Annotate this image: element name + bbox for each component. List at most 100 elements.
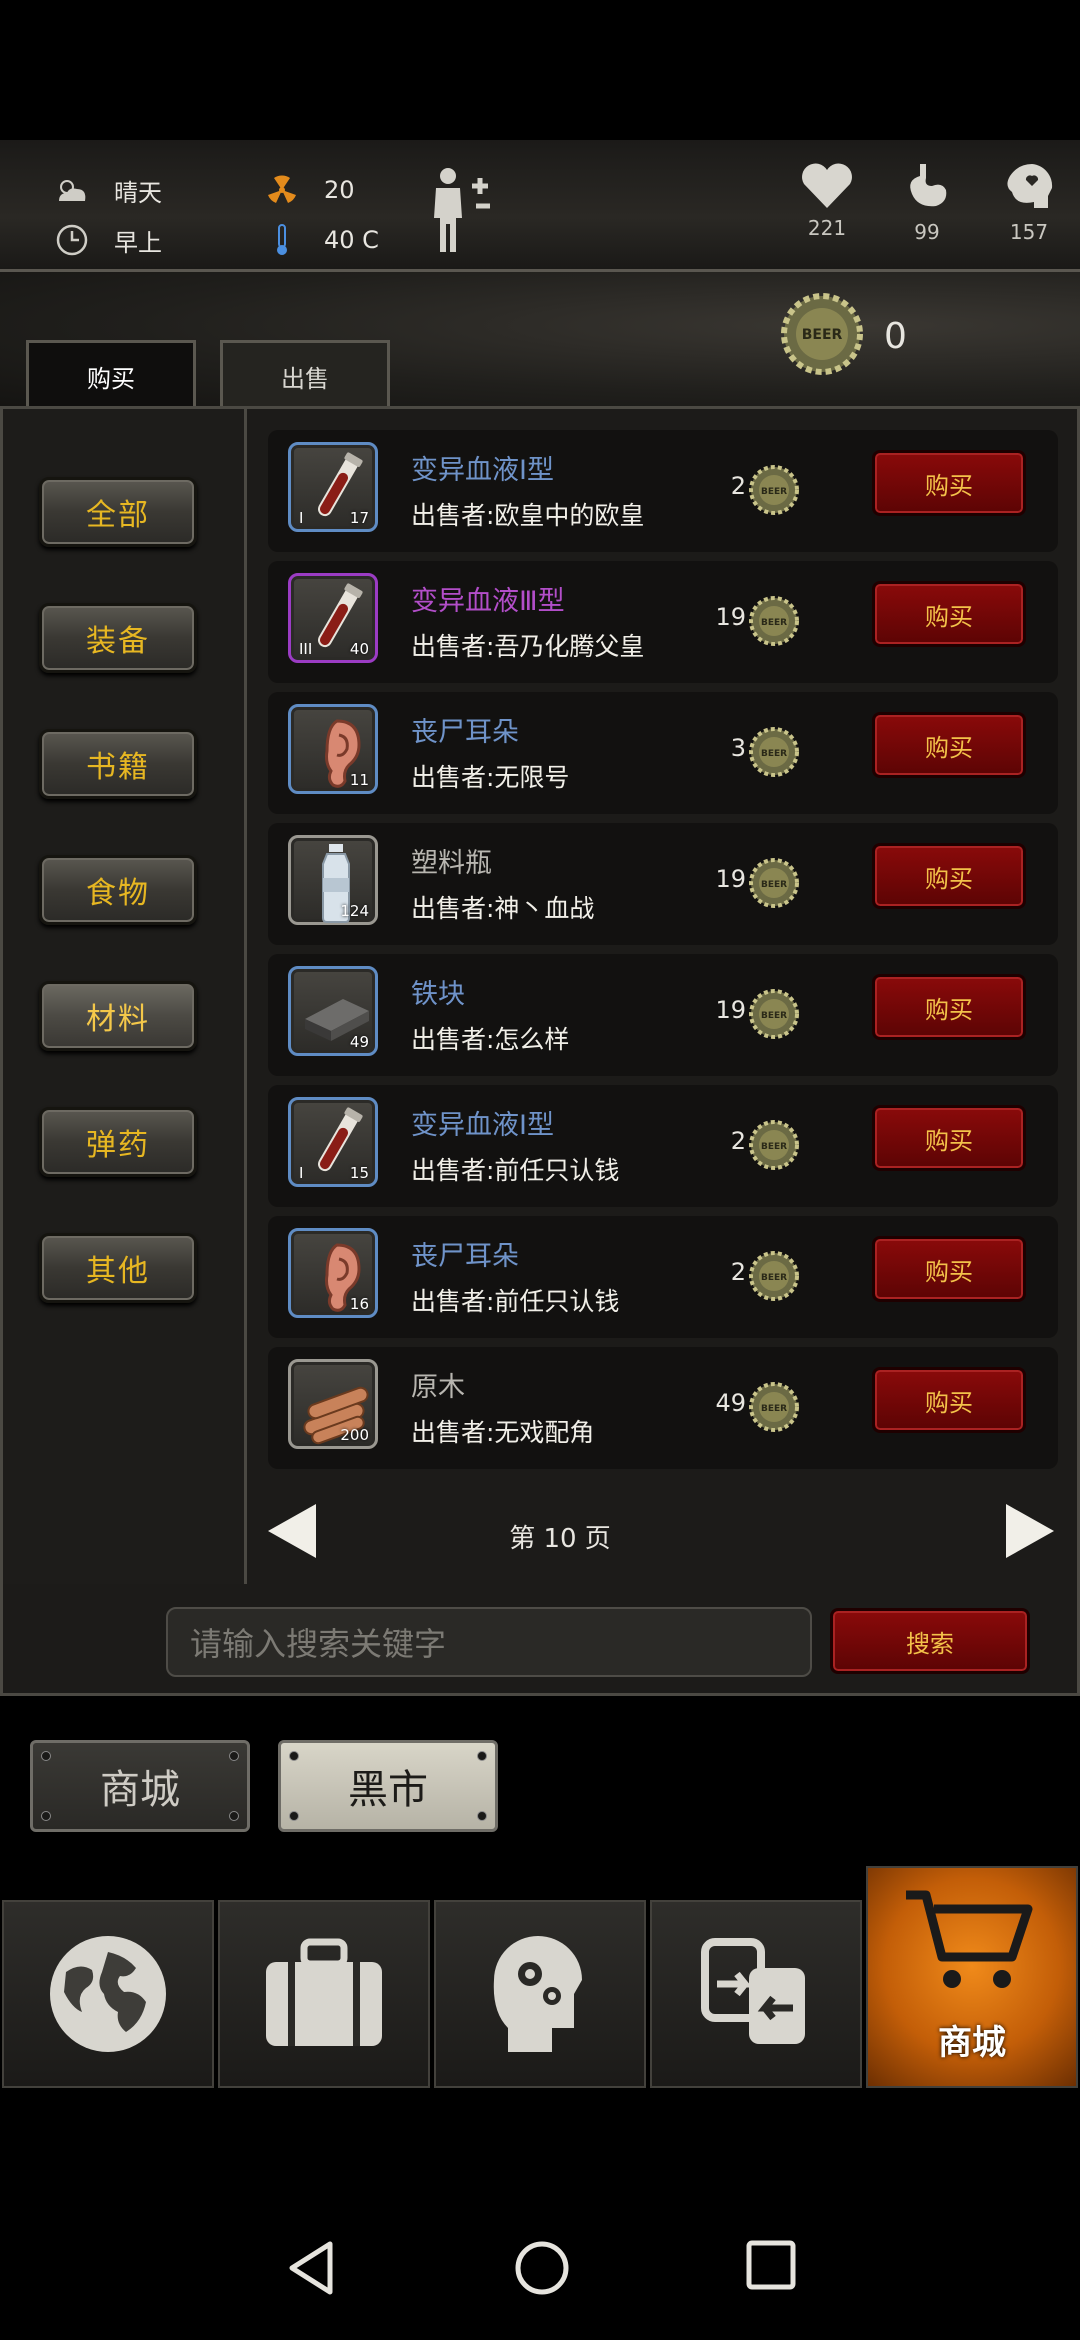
weather-label: 晴天 bbox=[114, 178, 162, 207]
rivet bbox=[289, 1751, 299, 1761]
category-food-button[interactable]: 食物 bbox=[39, 855, 197, 925]
buy-button[interactable]: 购买 bbox=[872, 1367, 1026, 1433]
item-name: 丧尸耳朵 bbox=[411, 1241, 519, 1272]
item-name: 原木 bbox=[411, 1372, 465, 1403]
tab-sell[interactable]: 出售 bbox=[220, 340, 390, 410]
weather-stat: 晴天 bbox=[52, 172, 162, 208]
item-slot[interactable]: 16 bbox=[288, 1228, 378, 1318]
radiation-value: 20 bbox=[324, 176, 355, 204]
svg-text:BEER: BEER bbox=[761, 1142, 787, 1152]
nav-backpack[interactable] bbox=[218, 1900, 430, 2088]
item-price: 49 bbox=[715, 1389, 746, 1417]
system-home-icon[interactable] bbox=[514, 2240, 570, 2300]
nav-shop[interactable]: 商城 bbox=[866, 1866, 1078, 2088]
item-price: 3 bbox=[730, 734, 746, 762]
category-all-button[interactable]: 全部 bbox=[39, 477, 197, 547]
item-quantity: 200 bbox=[340, 1426, 369, 1444]
item-seller: 出售者:吾乃化腾父皇 bbox=[411, 632, 645, 661]
category-ammo-button[interactable]: 弹药 bbox=[39, 1107, 197, 1177]
item-slot[interactable]: 124 bbox=[288, 835, 378, 925]
item-slot[interactable]: I 15 bbox=[288, 1097, 378, 1187]
rivet bbox=[477, 1751, 487, 1761]
item-slot[interactable]: I 17 bbox=[288, 442, 378, 532]
search-input[interactable]: 请输入搜索关键字 bbox=[166, 1607, 812, 1677]
temperature-value: 40 C bbox=[324, 226, 379, 254]
item-row: I 17 变异血液Ⅰ型 出售者:欧皇中的欧皇 2 BEER 购买 bbox=[268, 430, 1058, 552]
buy-button[interactable]: 购买 bbox=[872, 450, 1026, 516]
heart-icon bbox=[802, 163, 852, 208]
svg-text:BEER: BEER bbox=[802, 327, 843, 343]
mood-head-icon bbox=[1007, 164, 1053, 208]
item-quantity: 49 bbox=[349, 1033, 369, 1051]
item-quantity: 124 bbox=[340, 902, 369, 920]
coin-balance: 0 bbox=[884, 316, 907, 357]
item-slot[interactable]: 49 bbox=[288, 966, 378, 1056]
store-tab-shop[interactable]: 商城 bbox=[30, 1740, 250, 1832]
status-bar: 晴天 早上 20 40 C 221 99 157 bbox=[0, 140, 1080, 272]
item-seller: 出售者:欧皇中的欧皇 bbox=[411, 501, 645, 530]
store-tab-black-market[interactable]: 黑市 bbox=[278, 1740, 498, 1832]
radiation-stat: 20 bbox=[262, 172, 355, 208]
radiation-icon bbox=[262, 172, 302, 208]
svg-text:BEER: BEER bbox=[761, 1011, 787, 1021]
item-price: 19 bbox=[715, 996, 746, 1024]
item-slot[interactable]: III 40 bbox=[288, 573, 378, 663]
item-seller: 出售者:无戏配角 bbox=[411, 1418, 595, 1447]
item-row: 200 原木出售者:无戏配角 49 BEER 购买 bbox=[268, 1347, 1058, 1469]
category-equipment-button[interactable]: 装备 bbox=[39, 603, 197, 673]
bottle-cap-coin-icon: BEER bbox=[748, 857, 800, 913]
prev-page-arrow-icon[interactable] bbox=[266, 1502, 320, 1564]
system-back-icon[interactable] bbox=[286, 2240, 336, 2300]
item-slot[interactable]: 200 bbox=[288, 1359, 378, 1449]
item-seller: 出售者:怎么样 bbox=[411, 1025, 570, 1054]
item-quantity: 17 bbox=[349, 509, 369, 527]
buy-button[interactable]: 购买 bbox=[872, 712, 1026, 778]
rivet bbox=[229, 1811, 239, 1821]
buy-button[interactable]: 购买 bbox=[872, 581, 1026, 647]
nav-world-map[interactable] bbox=[2, 1900, 214, 2088]
buy-button[interactable]: 购买 bbox=[872, 1105, 1026, 1171]
item-seller: 出售者:前任只认钱 bbox=[411, 1156, 620, 1185]
bottle-cap-coin-icon: BEER bbox=[748, 1250, 800, 1306]
category-books-button[interactable]: 书籍 bbox=[39, 729, 197, 799]
buy-button[interactable]: 购买 bbox=[872, 974, 1026, 1040]
item-seller: 出售者:前任只认钱 bbox=[411, 1287, 620, 1316]
item-row: 49 铁块出售者:怎么样 19 BEER 购买 bbox=[268, 954, 1058, 1076]
tab-buy[interactable]: 购买 bbox=[26, 340, 196, 410]
nav-skills[interactable] bbox=[434, 1900, 646, 2088]
bottle-cap-coin-icon: BEER bbox=[780, 292, 864, 380]
item-seller: 出售者:神丶血战 bbox=[411, 894, 595, 923]
item-price: 2 bbox=[730, 472, 746, 500]
svg-text:BEER: BEER bbox=[761, 487, 787, 497]
item-price: 19 bbox=[715, 865, 746, 893]
item-row: 16 丧尸耳朵出售者:前任只认钱 2 BEER 购买 bbox=[268, 1216, 1058, 1338]
store-tab-shop-label: 商城 bbox=[100, 1767, 180, 1813]
bottle-cap-coin-icon: BEER bbox=[748, 1119, 800, 1175]
temperature-stat: 40 C bbox=[262, 222, 379, 258]
health-value: 221 bbox=[807, 216, 847, 240]
svg-text:BEER: BEER bbox=[761, 1404, 787, 1414]
item-tier: I bbox=[299, 1164, 304, 1182]
item-slot[interactable]: 11 bbox=[288, 704, 378, 794]
search-button[interactable]: 搜索 bbox=[830, 1608, 1030, 1674]
svg-text:BEER: BEER bbox=[761, 1273, 787, 1283]
nav-trade[interactable] bbox=[650, 1900, 862, 2088]
time-stat: 早上 bbox=[52, 222, 162, 258]
game-screen: 晴天 早上 20 40 C 221 99 157 BEER 0 购买 出售 全部… bbox=[0, 0, 1080, 2340]
next-page-arrow-icon[interactable] bbox=[1002, 1502, 1056, 1564]
category-materials-button[interactable]: 材料 bbox=[39, 981, 197, 1051]
buy-button[interactable]: 购买 bbox=[872, 843, 1026, 909]
category-other-button[interactable]: 其他 bbox=[39, 1233, 197, 1303]
body-status-icon[interactable] bbox=[428, 166, 500, 260]
buy-button[interactable]: 购买 bbox=[872, 1236, 1026, 1302]
svg-text:BEER: BEER bbox=[761, 749, 787, 759]
category-sidebar: 全部 装备 书籍 食物 材料 弹药 其他 bbox=[3, 409, 247, 1584]
item-row: III 40 变异血液Ⅲ型 出售者:吾乃化腾父皇 19 BEER 购买 bbox=[268, 561, 1058, 683]
thermometer-icon bbox=[262, 222, 302, 258]
item-name: 变异血液Ⅰ型 bbox=[411, 1110, 554, 1141]
item-price: 2 bbox=[730, 1258, 746, 1286]
item-name: 铁块 bbox=[411, 979, 465, 1010]
item-price: 2 bbox=[730, 1127, 746, 1155]
sun-cloud-icon bbox=[52, 172, 92, 208]
system-recents-icon[interactable] bbox=[746, 2240, 796, 2294]
